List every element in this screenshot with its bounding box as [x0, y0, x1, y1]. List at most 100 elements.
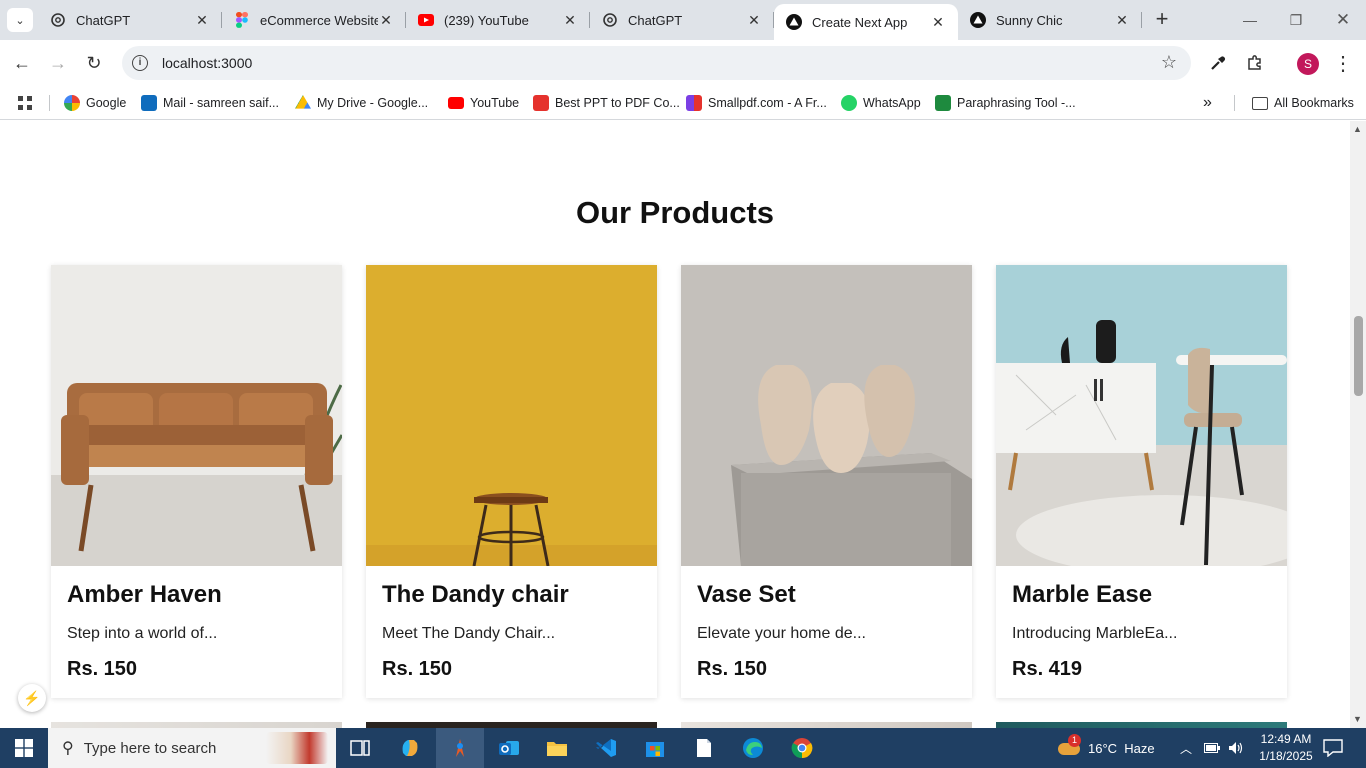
extensions-icon[interactable] [1243, 51, 1267, 75]
tab-chatgpt-2[interactable]: ChatGPT ✕ [590, 0, 774, 40]
show-hidden-icons-chevron-icon[interactable]: ︿ [1180, 728, 1192, 768]
figma-taskbar-icon[interactable] [436, 728, 484, 768]
all-bookmarks-button[interactable]: All Bookmarks [1252, 93, 1354, 113]
eyedropper-extension-icon[interactable] [1206, 51, 1230, 75]
bookmark-label: YouTube [470, 96, 520, 110]
close-window-icon[interactable]: ✕ [1320, 0, 1366, 40]
taskbar-search-box[interactable]: ⚲ Type here to search [48, 728, 336, 768]
nextjs-icon [970, 12, 986, 28]
reload-icon[interactable]: ↻ [80, 49, 108, 77]
profile-avatar[interactable]: S [1297, 53, 1319, 75]
notepad-icon[interactable] [680, 728, 728, 768]
product-name: Vase Set [697, 581, 796, 608]
menu-kebab-icon[interactable]: ⋮ [1331, 51, 1355, 75]
back-icon[interactable]: ← [8, 49, 36, 77]
bookmark-google[interactable]: Google [64, 93, 126, 113]
tab-chatgpt[interactable]: ChatGPT ✕ [38, 0, 222, 40]
product-card[interactable]: Vase Set Elevate your home de... Rs. 150 [681, 265, 972, 698]
url-text[interactable]: localhost:3000 [162, 55, 252, 71]
clock-date: 1/18/2025 [1259, 749, 1313, 763]
more-bookmarks-chevron-icon[interactable]: » [1203, 93, 1212, 113]
restore-icon[interactable]: ❐ [1273, 0, 1319, 40]
browser-toolbar: ← → ↻ i localhost:3000 ☆ ⋮ [0, 40, 1366, 86]
weather-widget[interactable]: 1 16°C Haze [1058, 728, 1155, 768]
taskbar-search-placeholder: Type here to search [83, 739, 217, 757]
product-card[interactable]: Amber Haven Step into a world of... Rs. … [51, 265, 342, 698]
close-tab-icon[interactable]: ✕ [930, 14, 946, 31]
vscode-icon[interactable] [582, 728, 630, 768]
tab-title: ChatGPT [76, 12, 131, 28]
notifications-icon[interactable] [1323, 728, 1343, 768]
file-explorer-icon[interactable] [533, 728, 581, 768]
address-bar[interactable]: i localhost:3000 ☆ [122, 46, 1191, 80]
stool-image [366, 265, 657, 566]
weather-icon: 1 [1058, 734, 1081, 757]
copilot-icon[interactable] [386, 728, 434, 768]
close-tab-icon[interactable]: ✕ [562, 12, 578, 29]
apps-grid-icon[interactable] [17, 93, 33, 113]
close-tab-icon[interactable]: ✕ [1114, 12, 1130, 29]
site-info-icon[interactable]: i [132, 55, 148, 71]
product-description: Meet The Dandy Chair... [382, 625, 556, 642]
forward-icon[interactable]: → [44, 49, 72, 77]
bookmark-mail[interactable]: Mail - samreen saif... [141, 93, 279, 113]
youtube-icon [418, 12, 434, 28]
page-scrollbar[interactable]: ▲ ▼ [1350, 121, 1366, 728]
scrollbar-thumb[interactable] [1354, 316, 1363, 396]
weather-text: 16°C Haze [1088, 740, 1155, 756]
marble-image [996, 265, 1287, 566]
product-name: Amber Haven [67, 581, 222, 608]
google-icon [64, 95, 80, 111]
product-card[interactable]: The Dandy chair Meet The Dandy Chair... … [366, 265, 657, 698]
search-icon: ⚲ [62, 740, 74, 757]
battery-icon[interactable] [1204, 728, 1220, 768]
system-clock[interactable]: 12:49 AM 1/18/2025 [1252, 731, 1320, 765]
chrome-icon[interactable] [778, 728, 826, 768]
close-tab-icon[interactable]: ✕ [194, 12, 210, 29]
drive-icon [295, 95, 311, 109]
product-description: Elevate your home de... [697, 625, 866, 642]
whatsapp-icon [841, 95, 857, 111]
chatgpt-icon [50, 12, 66, 28]
volume-icon[interactable] [1228, 728, 1244, 768]
tab-youtube[interactable]: (239) YouTube ✕ [406, 0, 590, 40]
section-title: Our Products [575, 195, 775, 230]
outlook-taskbar-icon[interactable] [485, 728, 533, 768]
bookmark-label: Paraphrasing Tool -... [957, 96, 1076, 110]
microsoft-store-icon[interactable] [631, 728, 679, 768]
product-name: The Dandy chair [382, 581, 569, 608]
tab-title: Create Next App [812, 14, 908, 30]
bookmark-star-icon[interactable]: ☆ [1161, 52, 1177, 73]
minimize-icon[interactable]: — [1227, 0, 1273, 40]
bookmark-ppt-to-pdf[interactable]: Best PPT to PDF Co... [533, 93, 680, 113]
tab-search-button[interactable]: ⌄ [7, 8, 33, 32]
vase-image [681, 265, 972, 566]
scroll-up-icon[interactable]: ▲ [1353, 124, 1362, 134]
scroll-down-icon[interactable]: ▼ [1353, 714, 1362, 724]
chatgpt-icon [602, 12, 618, 28]
close-tab-icon[interactable]: ✕ [746, 12, 762, 29]
nextjs-dev-indicator-icon[interactable]: ⚡ [18, 684, 46, 712]
youtube-icon [448, 97, 464, 109]
task-view-icon[interactable] [336, 728, 384, 768]
bookmark-whatsapp[interactable]: WhatsApp [841, 93, 921, 113]
tab-ecommerce[interactable]: eCommerce Website ✕ [222, 0, 406, 40]
product-price: Rs. 419 [1012, 658, 1083, 680]
tabs: ChatGPT ✕ eCommerce Website ✕ (239) YouT… [38, 0, 1142, 40]
new-tab-icon[interactable]: + [1150, 7, 1174, 31]
edge-icon[interactable] [729, 728, 777, 768]
bookmark-drive[interactable]: My Drive - Google... [295, 93, 428, 113]
bookmark-smallpdf[interactable]: Smallpdf.com - A Fr... [686, 93, 827, 113]
bookmark-label: Google [86, 96, 127, 110]
bookmark-label: Best PPT to PDF Co... [555, 96, 680, 110]
tab-sunny-chic[interactable]: Sunny Chic ✕ [958, 0, 1142, 40]
nextjs-icon [786, 14, 802, 30]
windows-start-icon[interactable] [0, 728, 48, 768]
close-tab-icon[interactable]: ✕ [378, 12, 394, 29]
bookmark-paraphrasing[interactable]: Paraphrasing Tool -... [935, 93, 1076, 113]
tab-create-next-app[interactable]: Create Next App ✕ [774, 4, 958, 40]
product-price: Rs. 150 [697, 658, 768, 680]
search-highlight-image [266, 732, 328, 764]
bookmark-youtube[interactable]: YouTube [448, 93, 519, 113]
product-card[interactable]: Marble Ease Introducing MarbleEa... Rs. … [996, 265, 1287, 698]
